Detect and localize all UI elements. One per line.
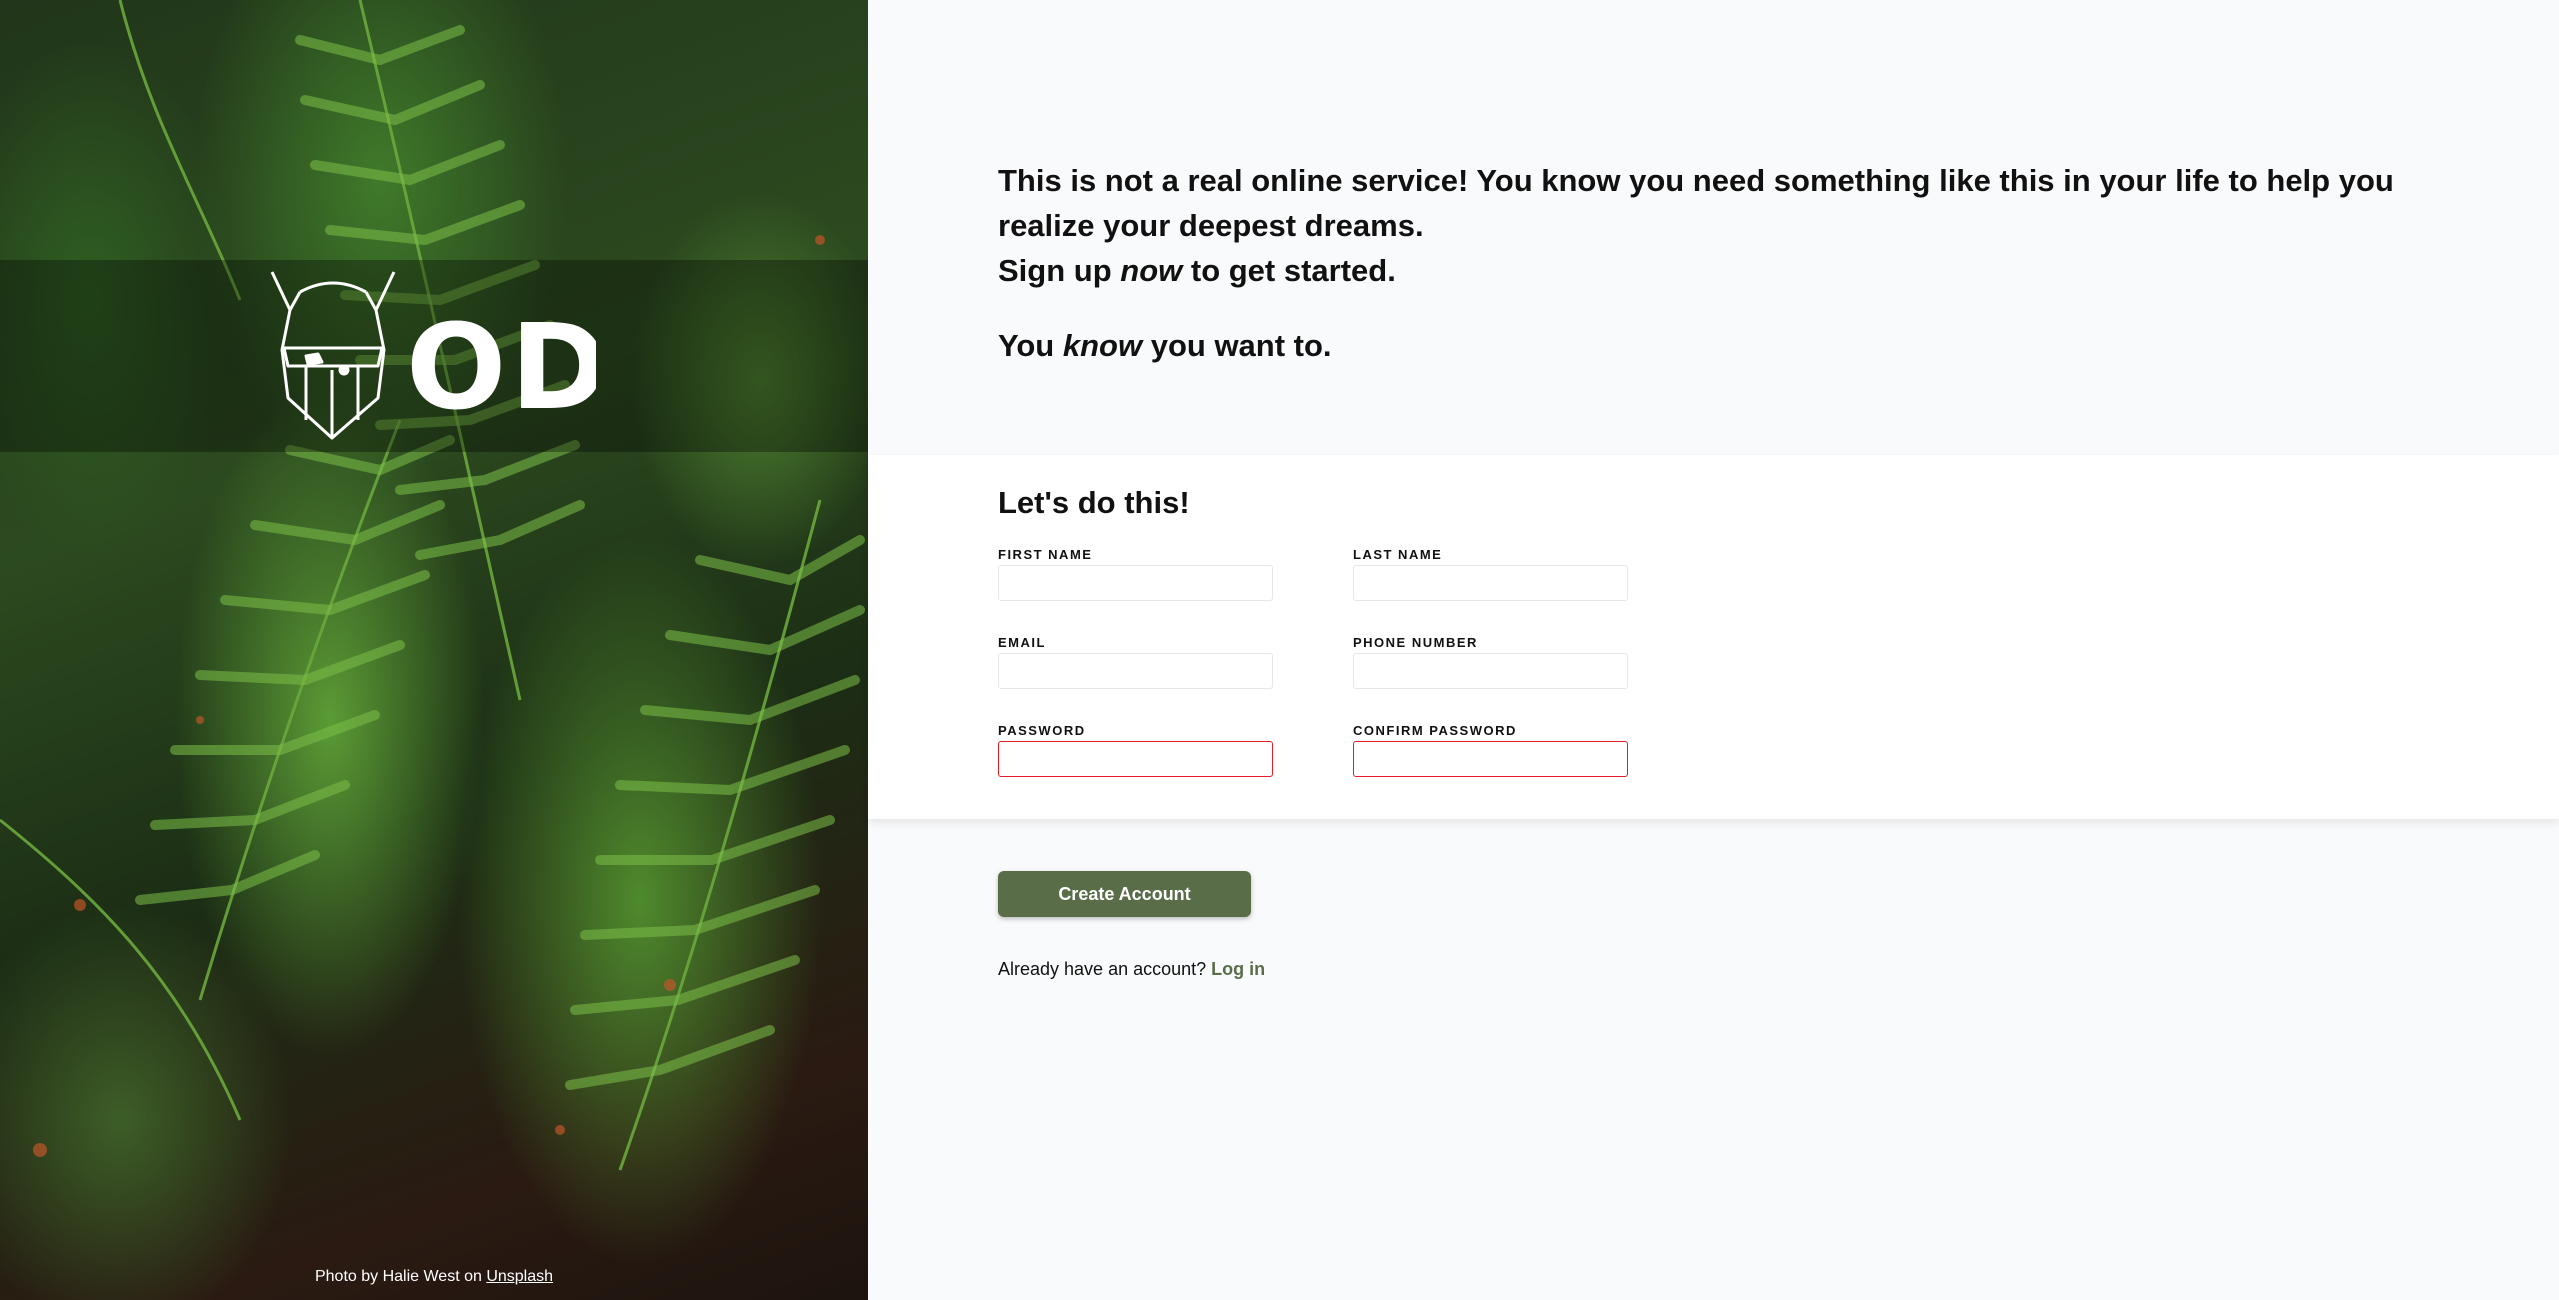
password-label: PASSWORD	[998, 723, 1086, 738]
logo-wordmark: ODIN	[406, 298, 596, 436]
intro-line-2-start: Sign up	[998, 253, 1121, 288]
intro-line-2: Sign up now to get started.	[998, 248, 2398, 293]
last-name-input[interactable]	[1353, 565, 1628, 601]
intro-line-2-end: to get started.	[1182, 253, 1396, 288]
odin-logo: ODIN	[270, 271, 596, 440]
intro-line-3-start: You	[998, 328, 1063, 363]
signup-page: ODIN Photo by Halie West on Unsplash Thi…	[0, 0, 2559, 1300]
login-prompt-text: Already have an account?	[998, 959, 1207, 979]
email-input[interactable]	[998, 653, 1273, 689]
phone-field: PHONE NUMBER	[1353, 635, 1628, 689]
email-field: EMAIL	[998, 635, 1273, 689]
confirm-password-field: CONFIRM PASSWORD	[1353, 723, 1628, 777]
fern-photo-panel: ODIN Photo by Halie West on Unsplash	[0, 0, 868, 1300]
phone-input[interactable]	[1353, 653, 1628, 689]
email-label: EMAIL	[998, 635, 1046, 650]
intro-line-3: You know you want to.	[998, 323, 2398, 368]
intro-text: This is not a real online service! You k…	[998, 158, 2398, 368]
first-name-field: FIRST NAME	[998, 547, 1273, 601]
signup-form: Let's do this! FIRST NAME LAST NAME EMAI…	[868, 455, 2559, 819]
photo-credit: Photo by Halie West on Unsplash	[0, 1268, 868, 1286]
intro-line-2-emphasis: now	[1120, 253, 1183, 288]
login-link[interactable]: Log in	[1211, 959, 1265, 979]
viking-helmet-icon	[270, 271, 396, 440]
login-prompt: Already have an account? Log in	[998, 959, 1265, 980]
intro-line-3-end: you want to.	[1142, 328, 1332, 363]
first-name-label: FIRST NAME	[998, 547, 1093, 562]
password-field: PASSWORD	[998, 723, 1273, 777]
password-input[interactable]	[998, 741, 1273, 777]
last-name-label: LAST NAME	[1353, 547, 1443, 562]
form-title: Let's do this!	[998, 485, 1190, 520]
phone-label: PHONE NUMBER	[1353, 635, 1478, 650]
intro-line-1: This is not a real online service! You k…	[998, 163, 2394, 243]
first-name-input[interactable]	[998, 565, 1273, 601]
confirm-password-label: CONFIRM PASSWORD	[1353, 723, 1517, 738]
intro-line-3-emphasis: know	[1062, 328, 1143, 363]
create-account-button[interactable]: Create Account	[998, 871, 1251, 917]
signup-content: This is not a real online service! You k…	[868, 0, 2559, 1300]
unsplash-link[interactable]: Unsplash	[486, 1268, 553, 1285]
fern-photo	[0, 0, 865, 1171]
confirm-password-input[interactable]	[1353, 741, 1628, 777]
last-name-field: LAST NAME	[1353, 547, 1628, 601]
photo-credit-text: Photo by Halie West on	[314, 1268, 482, 1285]
